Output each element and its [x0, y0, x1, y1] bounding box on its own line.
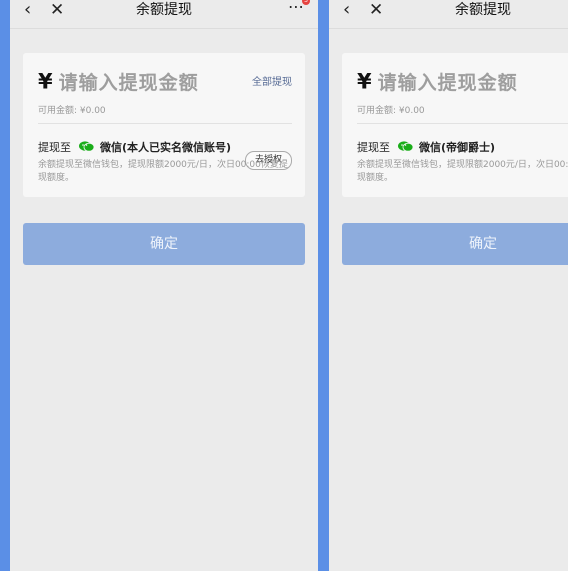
- nav-bar: ‹ ✕ 余额提现: [329, 0, 568, 29]
- withdraw-to-label: 提现至: [357, 141, 390, 154]
- withdraw-card: ¥ 请输入提现金额 可用金额: ¥0.00 提现至 微信(帝御爵士) 余额提现至微…: [342, 53, 568, 197]
- withdraw-destination[interactable]: 提现至 微信(帝御爵士): [357, 139, 495, 155]
- yen-symbol: ¥: [357, 69, 372, 94]
- divider: [357, 123, 568, 124]
- withdraw-card: ¥ 请输入提现金额 全部提现 可用金额: ¥0.00 提现至 微信(本人已实名微信…: [23, 53, 305, 197]
- account-name: 微信(帝御爵士): [419, 141, 496, 154]
- available-balance: 可用金额: ¥0.00: [38, 106, 106, 116]
- amount-input[interactable]: 请输入提现金额: [59, 72, 199, 94]
- wechat-icon: [397, 141, 413, 152]
- withdraw-description: 余额提现至微信钱包，提现限额2000元/日，次日00:00恢复提现额度。: [357, 160, 568, 183]
- right-phone-screen: ‹ ✕ 余额提现 ¥ 请输入提现金额 可用金额: ¥0.00 提现至 微信(帝御爵…: [329, 0, 568, 571]
- amount-row: ¥ 请输入提现金额: [38, 68, 199, 95]
- withdraw-to-label: 提现至: [38, 141, 71, 154]
- wechat-icon: [78, 141, 94, 152]
- withdraw-description: 余额提现至微信钱包，提现限额2000元/日，次日00:00恢复提现额度。: [38, 160, 288, 183]
- available-balance: 可用金额: ¥0.00: [357, 106, 425, 116]
- nav-bar: ‹ ✕ 余额提现 ⋯ 3: [10, 0, 318, 29]
- page-title: 余额提现: [136, 2, 192, 18]
- confirm-button[interactable]: 确定: [342, 223, 568, 265]
- account-name: 微信(本人已实名微信账号): [100, 141, 232, 154]
- amount-row: ¥ 请输入提现金额: [357, 68, 518, 95]
- left-phone-screen: ‹ ✕ 余额提现 ⋯ 3 ¥ 请输入提现金额 全部提现 可用金额: ¥0.00 提…: [10, 0, 318, 571]
- withdraw-destination[interactable]: 提现至 微信(本人已实名微信账号): [38, 139, 231, 155]
- confirm-button[interactable]: 确定: [23, 223, 305, 265]
- divider: [38, 123, 292, 124]
- yen-symbol: ¥: [38, 69, 53, 94]
- page-title: 余额提现: [455, 2, 511, 18]
- amount-input[interactable]: 请输入提现金额: [378, 72, 518, 94]
- withdraw-all-link[interactable]: 全部提现: [252, 73, 292, 88]
